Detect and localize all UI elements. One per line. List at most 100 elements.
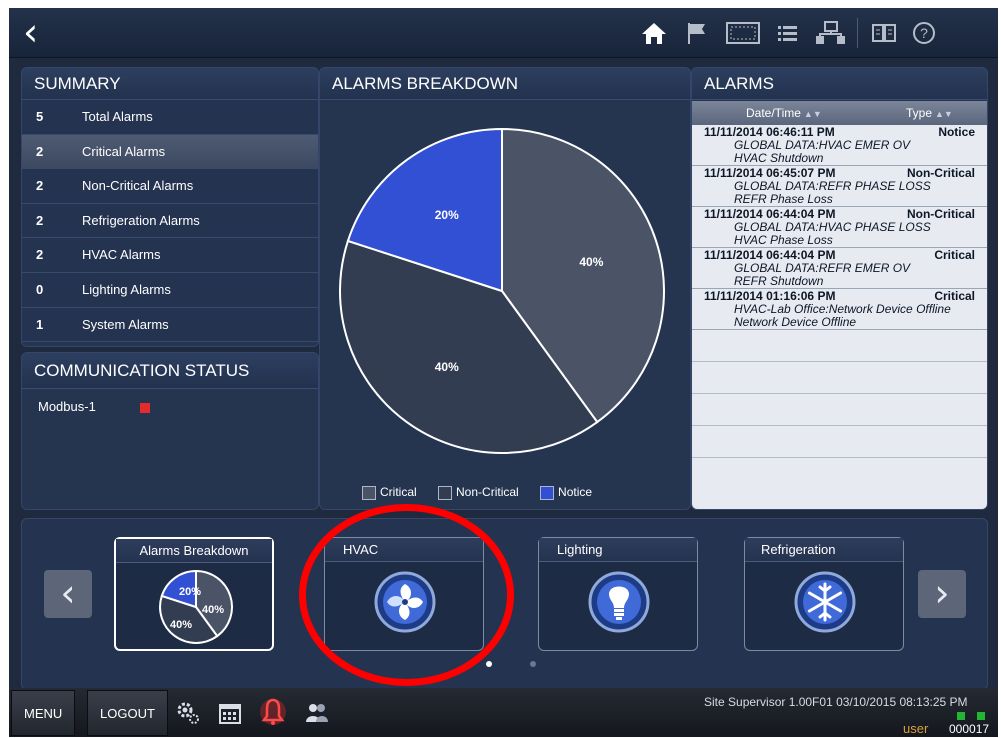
summary-count: 5 [36, 109, 44, 124]
help-icon[interactable]: ? [909, 20, 939, 46]
alarm-source: GLOBAL DATA:REFR PHASE LOSS [734, 179, 931, 193]
tile-pie-label: 40% [170, 619, 192, 631]
alarm-header-line: 11/11/2014 06:46:11 PM Notice [704, 126, 983, 139]
back-icon[interactable]: ‹ [23, 13, 51, 52]
summary-count: 1 [36, 316, 44, 332]
pie-chart: 40% 40% 20% [339, 127, 665, 454]
table-row [692, 394, 987, 426]
sort-icon: ▲▼ [803, 109, 822, 119]
book-icon[interactable] [869, 20, 899, 46]
top-toolbar: ‹ ? [9, 8, 998, 58]
snowflake-icon [794, 571, 856, 633]
alarm-header-line: 11/11/2014 06:44:04 PM Non-Critical [704, 208, 983, 221]
users-icon[interactable] [303, 700, 331, 726]
legend-label: Critical [380, 485, 417, 499]
page-indicator-active[interactable] [486, 661, 492, 667]
alarm-type: Non-Critical [906, 207, 975, 221]
bottom-toolbar: MENU LOGOUT Site Supervisor 1.00F01 03/1… [9, 688, 998, 737]
summary-label: Lighting Alarms [82, 281, 171, 297]
alarm-source: HVAC-Lab Office:Network Device Offline [734, 302, 951, 316]
alarm-bell-icon[interactable] [259, 696, 287, 728]
table-row[interactable]: 11/11/2014 06:44:04 PM Critical GLOBAL DAT… [692, 248, 987, 289]
alarm-header-line: 11/11/2014 06:45:07 PM Non-Critical [704, 167, 983, 180]
light-bulb-icon [588, 571, 650, 633]
table-row[interactable]: 11/11/2014 06:45:07 PM Non-Critical GLOBAL… [692, 166, 987, 207]
alarm-description: REFR Phase Loss [734, 191, 833, 206]
network-icon[interactable] [813, 20, 847, 46]
legend-swatch [438, 485, 453, 500]
summary-count: 0 [36, 281, 44, 297]
summary-row[interactable]: 1 System Alarms [22, 307, 318, 343]
pie-value-label: 40% [579, 255, 603, 269]
summary-label: Refrigeration Alarms [82, 212, 200, 228]
pie-chart-icon: 20% 40% 40% [159, 569, 234, 644]
alarm-description: REFR Shutdown [734, 273, 824, 288]
alarm-header-line: 11/11/2014 06:44:04 PM Critical [704, 249, 983, 262]
carousel-prev-button[interactable]: ‹ [44, 570, 92, 618]
summary-count: 2 [36, 143, 44, 159]
alarm-datetime: 11/11/2014 06:44:04 PM [704, 248, 836, 262]
alarm-datetime: 11/11/2014 06:46:11 PM [704, 125, 835, 139]
alarm-type: Critical [934, 289, 975, 303]
alarm-type: Non-Critical [906, 166, 975, 180]
flag-icon[interactable] [683, 20, 713, 46]
table-row[interactable]: 11/11/2014 06:44:04 PM Non-Critical GLOBAL… [692, 207, 987, 248]
summary-title: SUMMARY [22, 68, 318, 100]
status-indicator [140, 403, 150, 413]
table-row [692, 426, 987, 458]
alarm-datetime: 11/11/2014 06:44:04 PM [704, 207, 836, 221]
settings-icon[interactable] [175, 700, 201, 726]
summary-label: Total Alarms [82, 109, 153, 124]
tile-lighting[interactable]: Lighting [538, 537, 698, 651]
alarm-description: HVAC Phase Loss [734, 232, 833, 247]
alarm-source: GLOBAL DATA:REFR EMER OV [734, 261, 911, 275]
list-icon[interactable] [773, 20, 803, 46]
annotation-circle [299, 504, 514, 686]
calendar-icon[interactable] [217, 700, 243, 726]
table-row[interactable]: 11/11/2014 06:46:11 PM Notice GLOBAL DATA:… [692, 125, 987, 166]
alarm-description: Network Device Offline [734, 314, 857, 329]
communication-status-title: COMMUNICATION STATUS [22, 353, 318, 389]
alarm-source: GLOBAL DATA:HVAC EMER OV [734, 138, 911, 152]
pie-value-label: 20% [435, 208, 459, 222]
alarm-source: GLOBAL DATA:HVAC PHASE LOSS [734, 220, 931, 234]
status-led [977, 712, 985, 720]
tile-pie-label: 40% [202, 604, 224, 616]
menu-button[interactable]: MENU [11, 690, 76, 736]
alarms-table: Date/Time ▲▼ Type ▲▼ 11/11/2014 06:46:11 P… [692, 101, 987, 509]
summary-row[interactable]: 0 Lighting Alarms [22, 272, 318, 308]
tile-refrigeration[interactable]: Refrigeration [744, 537, 904, 651]
logout-button[interactable]: LOGOUT [87, 690, 168, 736]
display-icon[interactable] [725, 20, 761, 46]
summary-row[interactable]: 2 Non-Critical Alarms [22, 169, 318, 204]
user-label[interactable]: user [903, 721, 928, 736]
home-icon[interactable] [639, 20, 669, 46]
tile-alarms-breakdown[interactable]: Alarms Breakdown 20% 40% 40% [114, 537, 274, 651]
site-info: Site Supervisor 1.00F01 03/10/2015 08:13… [704, 695, 968, 709]
tile-title: Refrigeration [745, 538, 903, 562]
page-indicator[interactable] [530, 661, 536, 667]
carousel-next-button[interactable]: › [918, 570, 966, 618]
alarm-type: Critical [934, 248, 975, 262]
tile-pie-label: 20% [179, 586, 201, 598]
legend-item-notice: Notice [540, 485, 592, 500]
user-code: 000017 [949, 722, 990, 736]
alarms-breakdown-title: ALARMS BREAKDOWN [320, 68, 690, 100]
summary-row[interactable]: 2 Critical Alarms [22, 134, 318, 170]
alarms-title: ALARMS [692, 68, 987, 100]
tile-title: Lighting [539, 538, 697, 562]
summary-label: Critical Alarms [82, 143, 166, 159]
alarm-datetime: 11/11/2014 01:16:06 PM [704, 289, 836, 303]
table-row[interactable]: 11/11/2014 01:16:06 PM Critical HVAC-Lab O… [692, 289, 987, 330]
alarms-breakdown-panel: ALARMS BREAKDOWN 40% 40% 20% Critical Non-… [319, 67, 691, 510]
summary-row[interactable]: 2 Refrigeration Alarms [22, 203, 318, 239]
summary-row[interactable]: 2 HVAC Alarms [22, 238, 318, 273]
legend-label: Non-Critical [456, 485, 519, 499]
summary-count: 2 [36, 247, 44, 263]
tile-title: Alarms Breakdown [116, 539, 272, 563]
device-name[interactable]: Modbus-1 [38, 399, 96, 414]
table-header: Date/Time ▲▼ Type ▲▼ [692, 101, 987, 125]
column-header-datetime[interactable]: Date/Time ▲▼ [746, 106, 822, 120]
column-header-type[interactable]: Type ▲▼ [906, 106, 953, 120]
summary-row[interactable]: 5 Total Alarms [22, 100, 318, 135]
